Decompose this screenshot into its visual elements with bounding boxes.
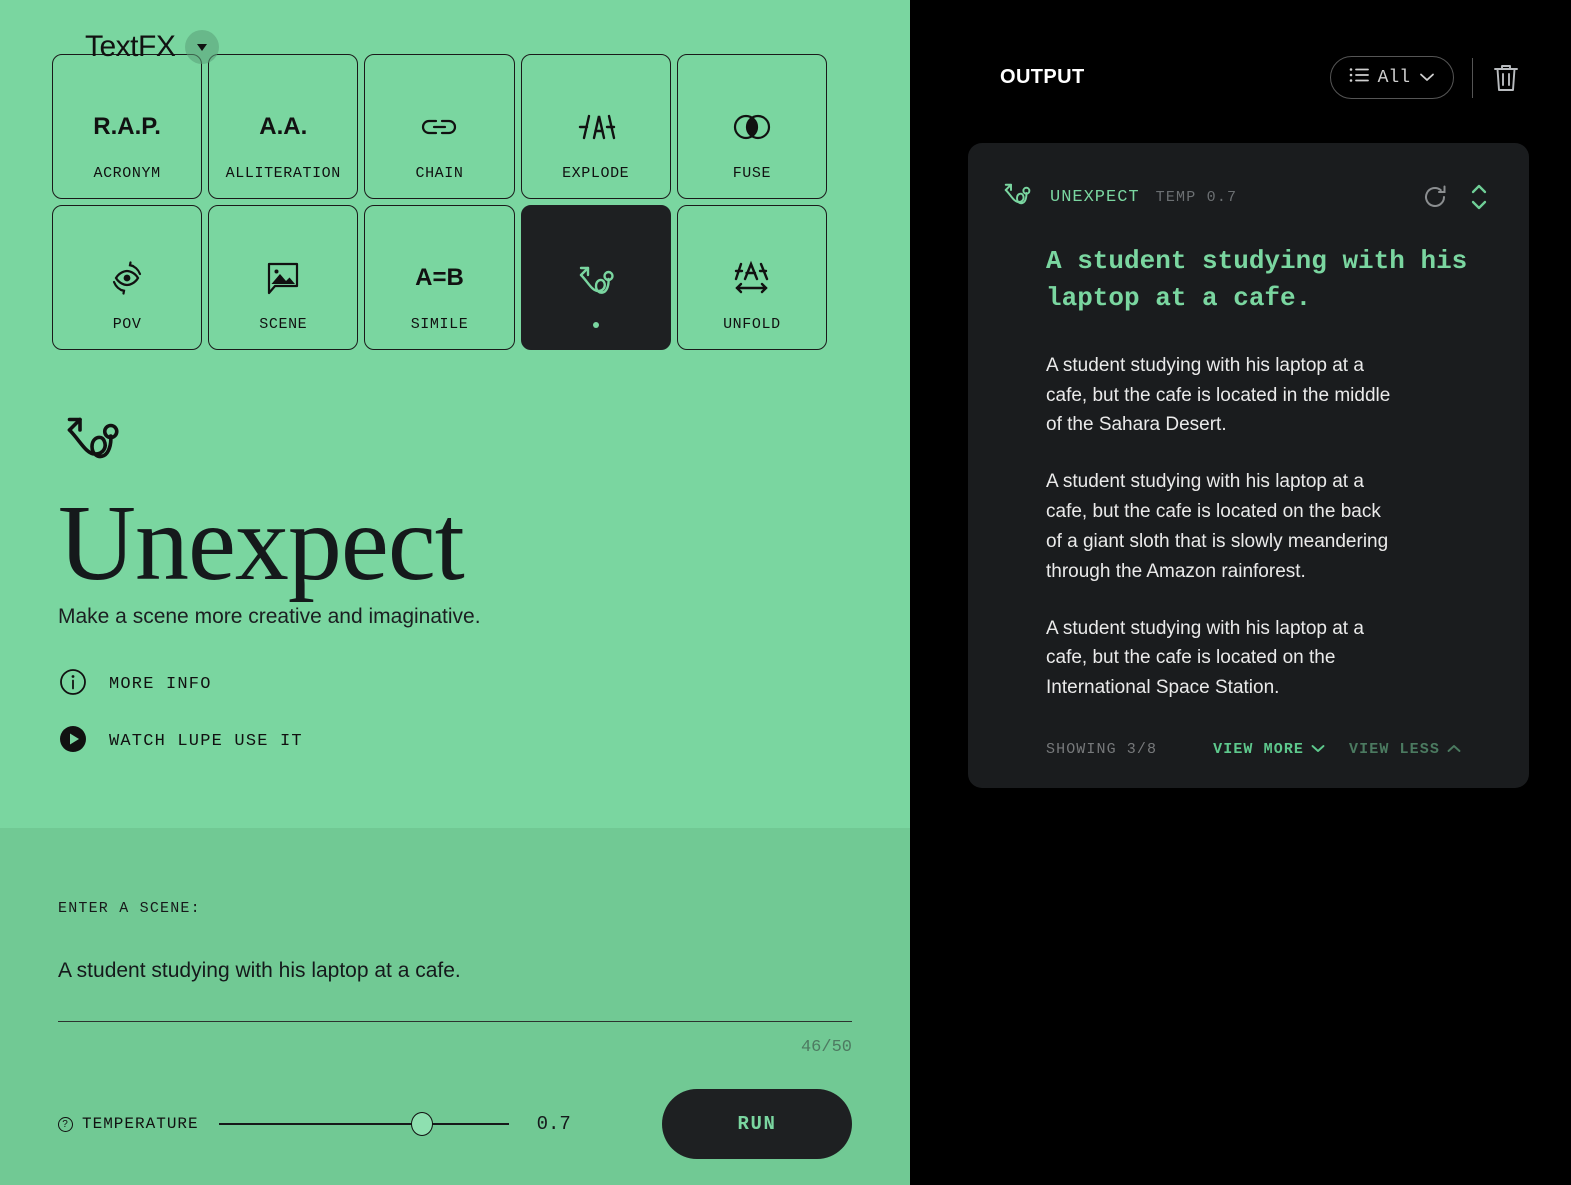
unexpect-icon bbox=[58, 412, 910, 471]
view-less-label: VIEW LESS bbox=[1349, 741, 1440, 759]
list-icon bbox=[1349, 67, 1369, 88]
play-icon bbox=[58, 724, 88, 759]
card-tool-name: UNEXPECT bbox=[1050, 187, 1140, 207]
card-temperature: TEMP 0.7 bbox=[1155, 188, 1238, 206]
brand-chevron-down-icon[interactable] bbox=[185, 30, 220, 64]
tool-label: FUSE bbox=[732, 165, 772, 182]
hero-links: MORE INFO WATCH LUPE USE IT bbox=[58, 667, 910, 759]
tool-tile-pov[interactable]: POV bbox=[52, 205, 203, 350]
tool-selection-area: TextFX R.A.P. ACRONYM A.A. ALLITERATION bbox=[0, 0, 910, 828]
expand-collapse-icon[interactable] bbox=[1469, 182, 1489, 212]
temperature-value: 0.7 bbox=[536, 1113, 571, 1135]
run-button[interactable]: RUN bbox=[662, 1089, 852, 1159]
page-title: Unexpect bbox=[58, 484, 465, 603]
tool-label: SIMILE bbox=[410, 316, 469, 333]
unexpect-icon bbox=[574, 240, 618, 322]
tool-tile-acronym[interactable]: R.A.P. ACRONYM bbox=[52, 54, 203, 199]
scene-input[interactable]: A student studying with his laptop at a … bbox=[58, 959, 852, 983]
output-header-actions: All bbox=[1329, 56, 1521, 99]
output-card: UNEXPECT TEMP 0.7 A student studying wit… bbox=[968, 143, 1529, 789]
watch-lupe-label: WATCH LUPE USE IT bbox=[109, 732, 303, 752]
refresh-icon[interactable] bbox=[1421, 183, 1449, 211]
simile-icon: A=B bbox=[415, 264, 464, 291]
chevron-down-icon bbox=[1419, 69, 1435, 87]
brand-name: TextFX bbox=[85, 30, 176, 63]
tool-label: SCENE bbox=[259, 316, 308, 333]
tool-tile-simile[interactable]: A=B SIMILE bbox=[364, 205, 515, 350]
explode-icon bbox=[574, 89, 618, 165]
tool-tile-scene[interactable]: SCENE bbox=[208, 205, 359, 350]
result-item: A student studying with his laptop at a … bbox=[1046, 471, 1389, 582]
eye-rotate-icon bbox=[106, 240, 148, 316]
temperature-label-text: TEMPERATURE bbox=[82, 1115, 199, 1133]
help-icon[interactable]: ? bbox=[58, 1116, 73, 1132]
selected-indicator-dot bbox=[592, 322, 599, 328]
card-actions bbox=[1421, 182, 1489, 212]
tool-tile-alliteration[interactable]: A.A. ALLITERATION bbox=[208, 54, 359, 199]
card-footer-actions: VIEW MORE VIEW LESS bbox=[1213, 741, 1461, 758]
hero-section: Unexpect Make a scene more creative and … bbox=[58, 412, 910, 759]
watch-lupe-link[interactable]: WATCH LUPE USE IT bbox=[58, 724, 910, 759]
tool-label: UNFOLD bbox=[723, 316, 781, 333]
slider-thumb[interactable] bbox=[410, 1112, 433, 1136]
more-info-label: MORE INFO bbox=[109, 675, 212, 695]
filter-label: All bbox=[1377, 67, 1410, 88]
header-divider bbox=[1472, 57, 1473, 98]
fuse-icon bbox=[731, 89, 773, 165]
input-area: ENTER A SCENE: A student studying with h… bbox=[0, 828, 910, 1185]
tool-tile-fuse[interactable]: FUSE bbox=[676, 54, 827, 199]
filter-dropdown[interactable]: All bbox=[1329, 56, 1454, 99]
slider-track bbox=[218, 1123, 509, 1125]
view-more-button[interactable]: VIEW MORE bbox=[1213, 741, 1325, 758]
output-title: OUTPUT bbox=[1000, 66, 1085, 88]
tool-grid: R.A.P. ACRONYM A.A. ALLITERATION CHAIN E… bbox=[52, 54, 827, 350]
output-panel: OUTPUT All UNEXPECT TEMP 0.7 A student s… bbox=[910, 0, 1571, 1185]
input-underline bbox=[58, 1021, 852, 1022]
card-header: UNEXPECT TEMP 0.7 bbox=[1000, 181, 1489, 213]
showing-count: SHOWING 3/8 bbox=[1046, 741, 1158, 759]
chevron-up-icon bbox=[1447, 741, 1461, 758]
acronym-icon: R.A.P. bbox=[93, 113, 161, 140]
tool-tile-explode[interactable]: EXPLODE bbox=[520, 54, 671, 199]
temperature-slider[interactable] bbox=[218, 1112, 509, 1136]
page-subtitle: Make a scene more creative and imaginati… bbox=[58, 605, 481, 629]
output-header: OUTPUT All bbox=[910, 0, 1571, 99]
alliteration-icon: A.A. bbox=[259, 113, 308, 140]
temperature-label: ? TEMPERATURE bbox=[58, 1115, 199, 1133]
unfold-icon bbox=[728, 240, 776, 316]
tool-label: ACRONYM bbox=[93, 165, 161, 182]
left-panel: TextFX R.A.P. ACRONYM A.A. ALLITERATION bbox=[0, 0, 910, 1185]
info-icon bbox=[58, 667, 88, 702]
tool-label: EXPLODE bbox=[562, 165, 630, 182]
more-info-link[interactable]: MORE INFO bbox=[58, 667, 910, 702]
trash-icon[interactable] bbox=[1491, 62, 1521, 94]
result-item: A student studying with his laptop at a … bbox=[1046, 354, 1391, 436]
brand: TextFX bbox=[85, 30, 220, 64]
image-bubble-icon bbox=[264, 240, 302, 316]
view-less-button[interactable]: VIEW LESS bbox=[1349, 741, 1461, 758]
input-label: ENTER A SCENE: bbox=[58, 900, 201, 917]
view-more-label: VIEW MORE bbox=[1213, 741, 1305, 759]
result-item: A student studying with his laptop at a … bbox=[1046, 617, 1364, 699]
tool-label: POV bbox=[112, 316, 142, 333]
tool-tile-unfold[interactable]: UNFOLD bbox=[676, 205, 827, 350]
card-results: A student studying with his laptop at a … bbox=[1046, 351, 1489, 703]
character-count: 46/50 bbox=[800, 1038, 852, 1057]
link-icon bbox=[420, 89, 458, 165]
unexpect-icon bbox=[1000, 181, 1034, 213]
chevron-down-icon bbox=[1311, 741, 1325, 758]
tool-label: ALLITERATION bbox=[225, 165, 341, 182]
card-footer: SHOWING 3/8 VIEW MORE VIEW LESS bbox=[1046, 741, 1489, 758]
temperature-row: ? TEMPERATURE 0.7 RUN bbox=[58, 1089, 852, 1159]
tool-label: CHAIN bbox=[415, 165, 464, 182]
tool-tile-chain[interactable]: CHAIN bbox=[364, 54, 515, 199]
card-prompt: A student studying with his laptop at a … bbox=[1046, 246, 1468, 313]
tool-tile-unexpect[interactable] bbox=[520, 205, 671, 350]
